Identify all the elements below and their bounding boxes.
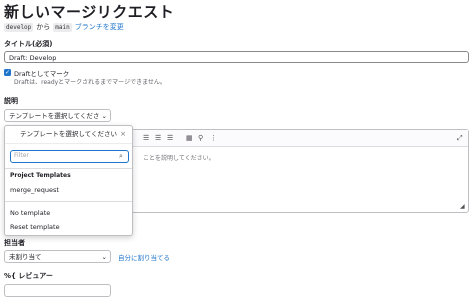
- chevron-down-icon: ⌄: [101, 253, 107, 261]
- target-branch: main: [53, 22, 72, 32]
- dropdown-divider: [5, 201, 132, 202]
- reset-template-item[interactable]: Reset template: [10, 223, 60, 231]
- close-icon[interactable]: ×: [120, 126, 126, 143]
- bullet-list-icon[interactable]: ☰: [143, 134, 149, 142]
- table-icon[interactable]: ▦: [186, 134, 193, 142]
- branch-info: develop から main ブランチを変更: [4, 22, 124, 32]
- assignee-label: 担当者: [4, 239, 25, 247]
- source-branch: develop: [4, 22, 34, 32]
- attach-icon[interactable]: ⚲: [198, 134, 203, 142]
- draft-checkbox[interactable]: ✓: [4, 69, 11, 76]
- change-branches-link[interactable]: ブランチを変更: [75, 22, 124, 32]
- more-icon[interactable]: ⋮: [210, 134, 217, 142]
- check-icon: ✓: [4, 69, 11, 76]
- template-dropdown: テンプレートを選択してください × Filter ⌕ Project Templ…: [4, 125, 133, 236]
- no-template-item[interactable]: No template: [10, 209, 50, 217]
- title-input[interactable]: Draft: Develop: [4, 51, 469, 63]
- search-icon: ⌕: [119, 152, 123, 160]
- dropdown-divider: [5, 168, 132, 169]
- template-select-label: テンプレートを選択してください: [9, 112, 100, 132]
- draft-hint: Draftは、readyとマークされるまでマージできません。: [14, 79, 166, 86]
- title-label: タイトル(必須): [4, 40, 53, 48]
- expand-icon[interactable]: ⤢: [457, 134, 463, 143]
- chevron-down-icon: ⌄: [101, 112, 107, 120]
- assignee-select-value: 未割り当て: [9, 253, 42, 261]
- assign-to-me-link[interactable]: 自分に割り当てる: [118, 252, 170, 262]
- template-search-input[interactable]: Filter: [10, 150, 129, 163]
- dropdown-section-title: Project Templates: [10, 172, 71, 179]
- template-select-button[interactable]: テンプレートを選択してください ⌄: [4, 109, 111, 132]
- from-text: から: [36, 23, 51, 31]
- reviewer-select[interactable]: [4, 284, 111, 297]
- assignee-select[interactable]: 未割り当て ⌄: [4, 250, 111, 263]
- template-item-merge-request[interactable]: merge_request: [10, 186, 59, 194]
- editor-placeholder: ことを説明してください。: [143, 155, 215, 162]
- dropdown-header: テンプレートを選択してください: [5, 126, 132, 144]
- reviewer-label: %{ レビュアー: [4, 272, 53, 280]
- resize-handle-icon[interactable]: ◢: [460, 203, 465, 210]
- page-title: 新しいマージリクエスト: [4, 3, 175, 21]
- numbered-list-icon[interactable]: ☰: [155, 134, 161, 142]
- task-list-icon[interactable]: ☰: [167, 134, 173, 142]
- description-label: 説明: [4, 97, 18, 105]
